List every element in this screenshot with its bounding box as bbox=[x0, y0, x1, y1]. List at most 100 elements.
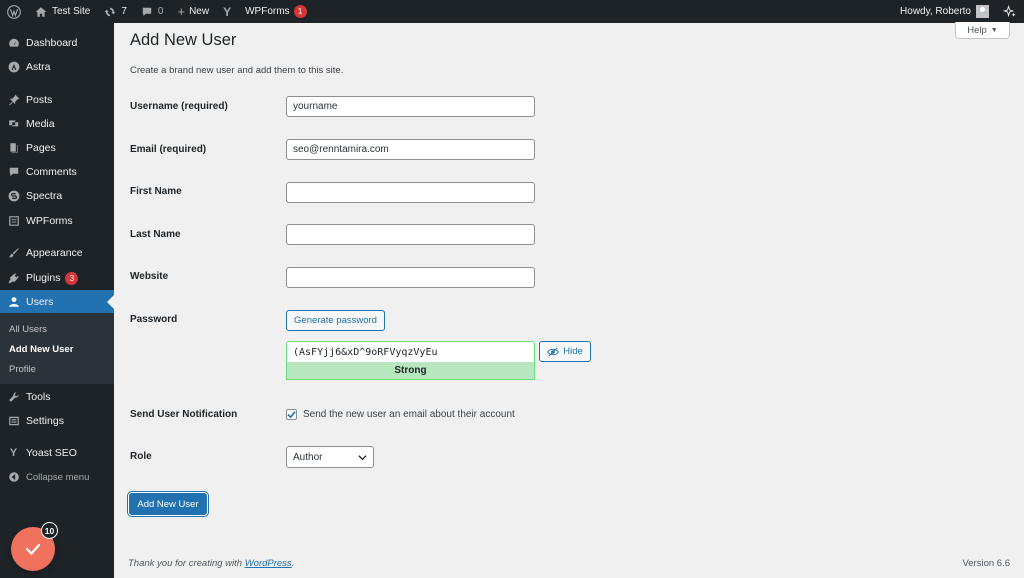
sidebar-item-media[interactable]: Media bbox=[0, 112, 114, 136]
yoast-icon: Y bbox=[9, 447, 18, 459]
page-intro: Create a brand new user and add them to … bbox=[130, 65, 344, 76]
first-name-input[interactable] bbox=[286, 182, 535, 203]
sidebar-item-label: Spectra bbox=[26, 190, 63, 202]
email-input[interactable]: seo@renntamira.com bbox=[286, 139, 535, 160]
sidebar-item-users[interactable]: Users bbox=[0, 290, 114, 314]
role-label: Role bbox=[130, 451, 152, 462]
last-name-input[interactable] bbox=[286, 224, 535, 245]
footer-thanks: Thank you for creating with WordPress. bbox=[128, 558, 294, 569]
sidebar-item-label: Plugins bbox=[26, 272, 61, 284]
first-name-label: First Name bbox=[130, 186, 182, 197]
username-label: Username (required) bbox=[130, 101, 228, 112]
updates-link[interactable]: 7 bbox=[97, 0, 134, 23]
footer-thanks-prefix: Thank you for creating with bbox=[128, 558, 245, 569]
sidebar-item-appearance[interactable]: Appearance bbox=[0, 241, 114, 265]
collapse-label: Collapse menu bbox=[26, 471, 90, 483]
site-name-label: Test Site bbox=[52, 6, 91, 17]
yoast-menu-link[interactable]: Y bbox=[216, 0, 238, 23]
username-input[interactable]: yourname bbox=[286, 96, 535, 117]
form-icon bbox=[7, 215, 20, 228]
sidebar-item-label: Media bbox=[26, 118, 55, 130]
checkmark-icon bbox=[287, 410, 296, 419]
media-icon bbox=[7, 118, 20, 131]
footer-thanks-suffix: . bbox=[291, 558, 295, 569]
updates-count: 7 bbox=[121, 6, 127, 17]
page-icon bbox=[7, 142, 20, 155]
ai-sparkle-button[interactable] bbox=[996, 0, 1024, 23]
sparkle-icon bbox=[1003, 4, 1017, 19]
astra-icon bbox=[7, 61, 20, 74]
new-content-link[interactable]: + New bbox=[170, 0, 216, 23]
chevron-down-icon bbox=[358, 453, 367, 462]
notification-text: Send the new user an email about their a… bbox=[303, 409, 515, 420]
wordpress-logo-icon[interactable] bbox=[0, 0, 28, 23]
role-select[interactable]: Author bbox=[286, 446, 374, 468]
avatar bbox=[976, 5, 989, 18]
site-name-link[interactable]: Test Site bbox=[28, 0, 97, 23]
submenu-all-users[interactable]: All Users bbox=[9, 324, 47, 335]
sidebar-item-plugins[interactable]: Plugins 3 bbox=[0, 266, 114, 290]
greeting-text: Howdy, Roberto bbox=[900, 6, 971, 17]
brush-icon bbox=[7, 247, 20, 260]
sidebar-item-dashboard[interactable]: Dashboard bbox=[0, 31, 114, 55]
help-tab-button[interactable]: Help ▼ bbox=[955, 22, 1010, 39]
sidebar-item-wpforms[interactable]: WPForms bbox=[0, 209, 114, 233]
wpforms-badge: 1 bbox=[293, 5, 307, 18]
help-label: Help bbox=[967, 24, 987, 36]
home-icon bbox=[35, 6, 47, 18]
sidebar-item-yoast-seo[interactable]: Y Yoast SEO bbox=[0, 441, 114, 465]
users-submenu: All Users Add New User Profile bbox=[0, 313, 114, 384]
sidebar-item-label: Tools bbox=[26, 391, 51, 403]
admin-bar: Test Site 7 0 + New Y WPForms 1 Howdy, R… bbox=[0, 0, 1024, 23]
comment-icon bbox=[7, 166, 20, 179]
sidebar-item-settings[interactable]: Settings bbox=[0, 409, 114, 433]
sidebar-item-pages[interactable]: Pages bbox=[0, 136, 114, 160]
hide-label: Hide bbox=[563, 346, 583, 357]
wrench-icon bbox=[7, 391, 20, 404]
new-label: New bbox=[189, 6, 210, 17]
hide-password-button[interactable]: Hide bbox=[539, 341, 591, 362]
dashboard-icon bbox=[7, 37, 20, 50]
account-menu[interactable]: Howdy, Roberto bbox=[893, 0, 996, 23]
checkmark-icon bbox=[23, 539, 43, 559]
password-label: Password bbox=[130, 314, 178, 325]
sidebar-item-astra[interactable]: Astra bbox=[0, 55, 114, 79]
admin-sidebar: Dashboard Astra Posts Media Pages Commen… bbox=[0, 23, 114, 578]
sidebar-item-spectra[interactable]: Spectra bbox=[0, 184, 114, 208]
settings-icon bbox=[7, 415, 20, 428]
comments-count: 0 bbox=[157, 6, 164, 17]
comment-bubble-icon bbox=[141, 6, 153, 18]
sidebar-item-label: Settings bbox=[26, 415, 64, 427]
wpforms-label: WPForms bbox=[245, 6, 290, 17]
wordpress-link[interactable]: WordPress bbox=[245, 558, 292, 569]
plus-icon: + bbox=[177, 4, 186, 19]
footer-version: Version 6.6 bbox=[962, 558, 1010, 569]
send-notification-checkbox[interactable] bbox=[286, 409, 297, 420]
sidebar-item-label: Appearance bbox=[26, 247, 83, 259]
collapse-menu-button[interactable]: Collapse menu bbox=[0, 465, 114, 489]
notification-count-badge: 10 bbox=[41, 522, 58, 539]
website-label: Website bbox=[130, 271, 169, 282]
sidebar-item-label: Astra bbox=[26, 61, 51, 73]
role-value: Author bbox=[293, 451, 323, 463]
last-name-label: Last Name bbox=[130, 229, 181, 240]
comments-link[interactable]: 0 bbox=[134, 0, 171, 23]
sidebar-item-posts[interactable]: Posts bbox=[0, 88, 114, 112]
yoast-icon: Y bbox=[223, 4, 232, 19]
update-icon bbox=[104, 6, 116, 18]
sidebar-item-tools[interactable]: Tools bbox=[0, 385, 114, 409]
sidebar-item-comments[interactable]: Comments bbox=[0, 160, 114, 184]
submenu-profile[interactable]: Profile bbox=[9, 364, 36, 375]
website-input[interactable] bbox=[286, 267, 535, 288]
generate-password-button[interactable]: Generate password bbox=[286, 310, 385, 331]
sidebar-item-label: Posts bbox=[26, 94, 53, 106]
add-new-user-button[interactable]: Add New User bbox=[129, 493, 207, 515]
wpforms-menu-link[interactable]: WPForms 1 bbox=[238, 0, 313, 23]
eye-slash-icon bbox=[547, 346, 560, 358]
user-icon bbox=[7, 296, 20, 309]
spectra-icon bbox=[7, 190, 20, 203]
submenu-add-new-user[interactable]: Add New User bbox=[9, 344, 73, 355]
plugin-icon bbox=[7, 272, 20, 285]
password-input[interactable]: (AsFYjj6&xD^9oRFVyqzVyEu bbox=[286, 341, 535, 362]
email-label: Email (required) bbox=[130, 144, 207, 155]
